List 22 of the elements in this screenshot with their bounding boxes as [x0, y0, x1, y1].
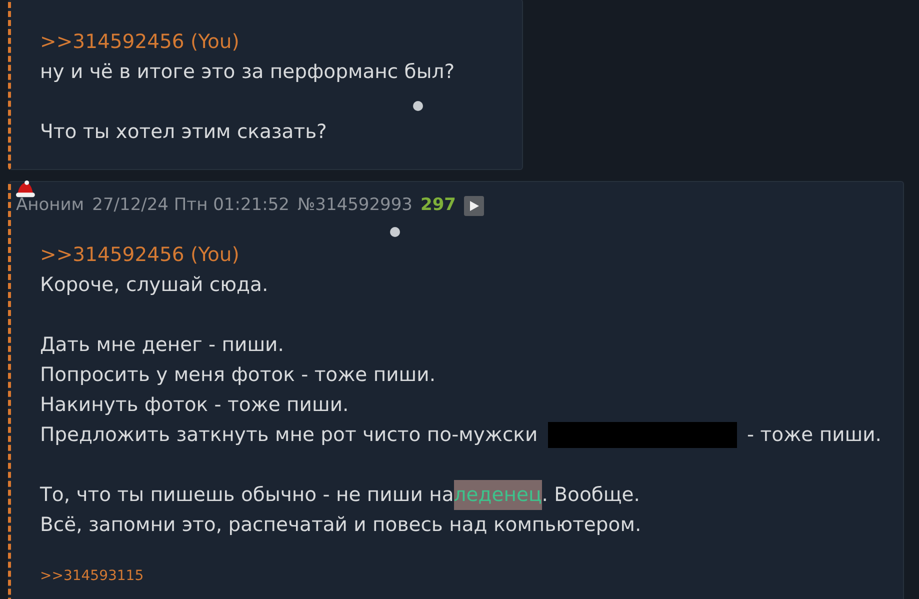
post-text: Накинуть фоток - тоже пиши.	[40, 392, 349, 418]
reply-link[interactable]: >>314593115	[40, 566, 144, 587]
play-icon	[468, 200, 480, 212]
post-number[interactable]: №314592993	[297, 193, 412, 219]
post-text: - тоже пиши.	[746, 422, 882, 448]
filtered-word: леденец	[454, 480, 542, 510]
reply-link[interactable]: >>314592456 (You)	[40, 27, 240, 57]
post-text: ну и чё в итоге это за перформанс был?	[40, 59, 455, 85]
post-date: 27/12/24 Птн 01:21:52	[92, 194, 290, 218]
play-button[interactable]	[464, 196, 484, 216]
post-text: То, что ты пишешь обычно - не пиши на	[40, 482, 454, 508]
post-text: . Вообще.	[542, 482, 640, 508]
post-count: 297	[420, 194, 456, 218]
reply-link[interactable]: >>314592456 (You)	[40, 240, 240, 270]
author-name: Аноним	[16, 194, 84, 218]
post-text: Предложить заткнуть мне рот чисто по-мужски	[40, 422, 539, 448]
santa-hat-icon	[14, 180, 36, 198]
post-text: Всё, запомни это, распечатай и повесь над компьютером.	[40, 512, 642, 538]
post-text: Что ты хотел этим сказать?	[40, 119, 327, 145]
post-text: Короче, слушай сюда.	[40, 272, 268, 298]
post-text: Попросить у меня фоток - тоже пиши.	[40, 362, 436, 388]
post-text: Дать мне денег - пиши.	[40, 332, 284, 358]
